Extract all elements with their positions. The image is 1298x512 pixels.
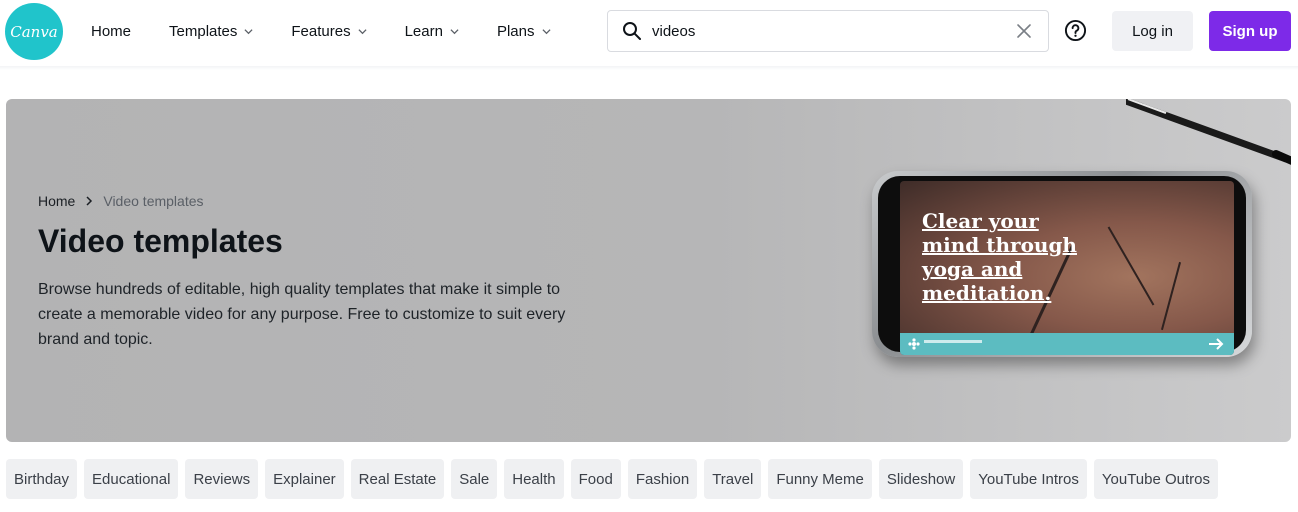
search-input[interactable] <box>652 17 1012 45</box>
nav-item-features[interactable]: Features <box>291 22 367 40</box>
nav-item-plans[interactable]: Plans <box>497 23 551 40</box>
signup-button[interactable]: Sign up <box>1209 11 1291 51</box>
category-chip-educational[interactable]: Educational <box>84 459 179 499</box>
chevron-down-icon <box>358 28 367 34</box>
category-chip-food[interactable]: Food <box>570 459 621 499</box>
chevron-right-icon <box>86 196 93 206</box>
category-chip-slideshow[interactable]: Slideshow <box>878 459 964 499</box>
phone-bezel: Clear your mind through yoga and meditat… <box>878 176 1246 355</box>
caption-line: Clear your <box>922 209 1039 233</box>
video-preview: Clear your mind through yoga and meditat… <box>900 181 1234 355</box>
login-button[interactable]: Log in <box>1112 11 1193 51</box>
canva-logo[interactable]: Canva <box>5 3 63 60</box>
category-chip-real-estate[interactable]: Real Estate <box>350 459 445 499</box>
arrow-right-icon <box>1209 338 1224 350</box>
chevron-down-icon <box>541 28 551 34</box>
page-title: Video templates <box>38 223 283 259</box>
category-chip-reviews[interactable]: Reviews <box>185 459 259 499</box>
nav-item-templates[interactable]: Templates <box>169 23 253 40</box>
category-chip-health[interactable]: Health <box>504 459 564 499</box>
category-chip-travel[interactable]: Travel <box>704 459 762 499</box>
nav-item-learn[interactable]: Learn <box>405 23 459 40</box>
page-description: Browse hundreds of editable, high qualit… <box>38 281 566 348</box>
breadcrumb-current: Video templates <box>103 193 204 209</box>
nav-label: Templates <box>169 22 238 40</box>
caption-line: yoga and <box>922 257 1023 281</box>
caption-line: meditation. <box>922 281 1052 305</box>
nav-label: Features <box>291 22 351 40</box>
nav-label: Home <box>91 22 132 40</box>
header-divider <box>0 66 1298 70</box>
video-caption: Clear your mind through yoga and meditat… <box>922 209 1077 305</box>
category-chip-youtube-intros[interactable]: YouTube Intros <box>970 459 1087 499</box>
logo-text: Canva <box>10 22 58 41</box>
chevron-down-icon <box>450 28 459 34</box>
category-chip-sale[interactable]: Sale <box>451 459 498 499</box>
phone-mockup-image: Clear your mind through yoga and meditat… <box>872 171 1252 357</box>
help-circle-icon[interactable] <box>1064 19 1087 42</box>
rock-crack <box>1160 261 1182 331</box>
footer-text-placeholder <box>924 340 982 343</box>
top-navigation-bar: Canva Home Templates Features Learn Plan… <box>0 0 1298 62</box>
nav-label: Learn <box>404 22 443 40</box>
pen-image <box>1126 99 1291 165</box>
category-chips: Birthday Educational Reviews Explainer R… <box>6 459 1225 499</box>
category-chip-fashion[interactable]: Fashion <box>627 459 698 499</box>
rock-crack <box>1107 226 1155 306</box>
chevron-down-icon <box>244 28 253 34</box>
main-nav: Home Templates Features Learn Plans <box>91 0 589 62</box>
breadcrumb-home-link[interactable]: Home <box>38 193 75 209</box>
video-footer-bar <box>900 333 1234 355</box>
flower-icon <box>908 338 920 350</box>
category-chip-explainer[interactable]: Explainer <box>265 459 344 499</box>
close-icon[interactable] <box>1016 23 1032 39</box>
category-chip-youtube-outros[interactable]: YouTube Outros <box>1093 459 1219 499</box>
category-chip-birthday[interactable]: Birthday <box>6 459 78 499</box>
category-chip-funny-meme[interactable]: Funny Meme <box>768 459 872 499</box>
caption-line: mind through <box>922 233 1077 257</box>
breadcrumb: Home Video templates <box>38 193 204 209</box>
nav-label: Plans <box>496 22 535 40</box>
search-box <box>607 10 1049 52</box>
nav-item-home[interactable]: Home <box>91 23 131 40</box>
hero-banner: Home Video templates Video templates Bro… <box>6 99 1291 442</box>
search-icon <box>623 22 641 40</box>
